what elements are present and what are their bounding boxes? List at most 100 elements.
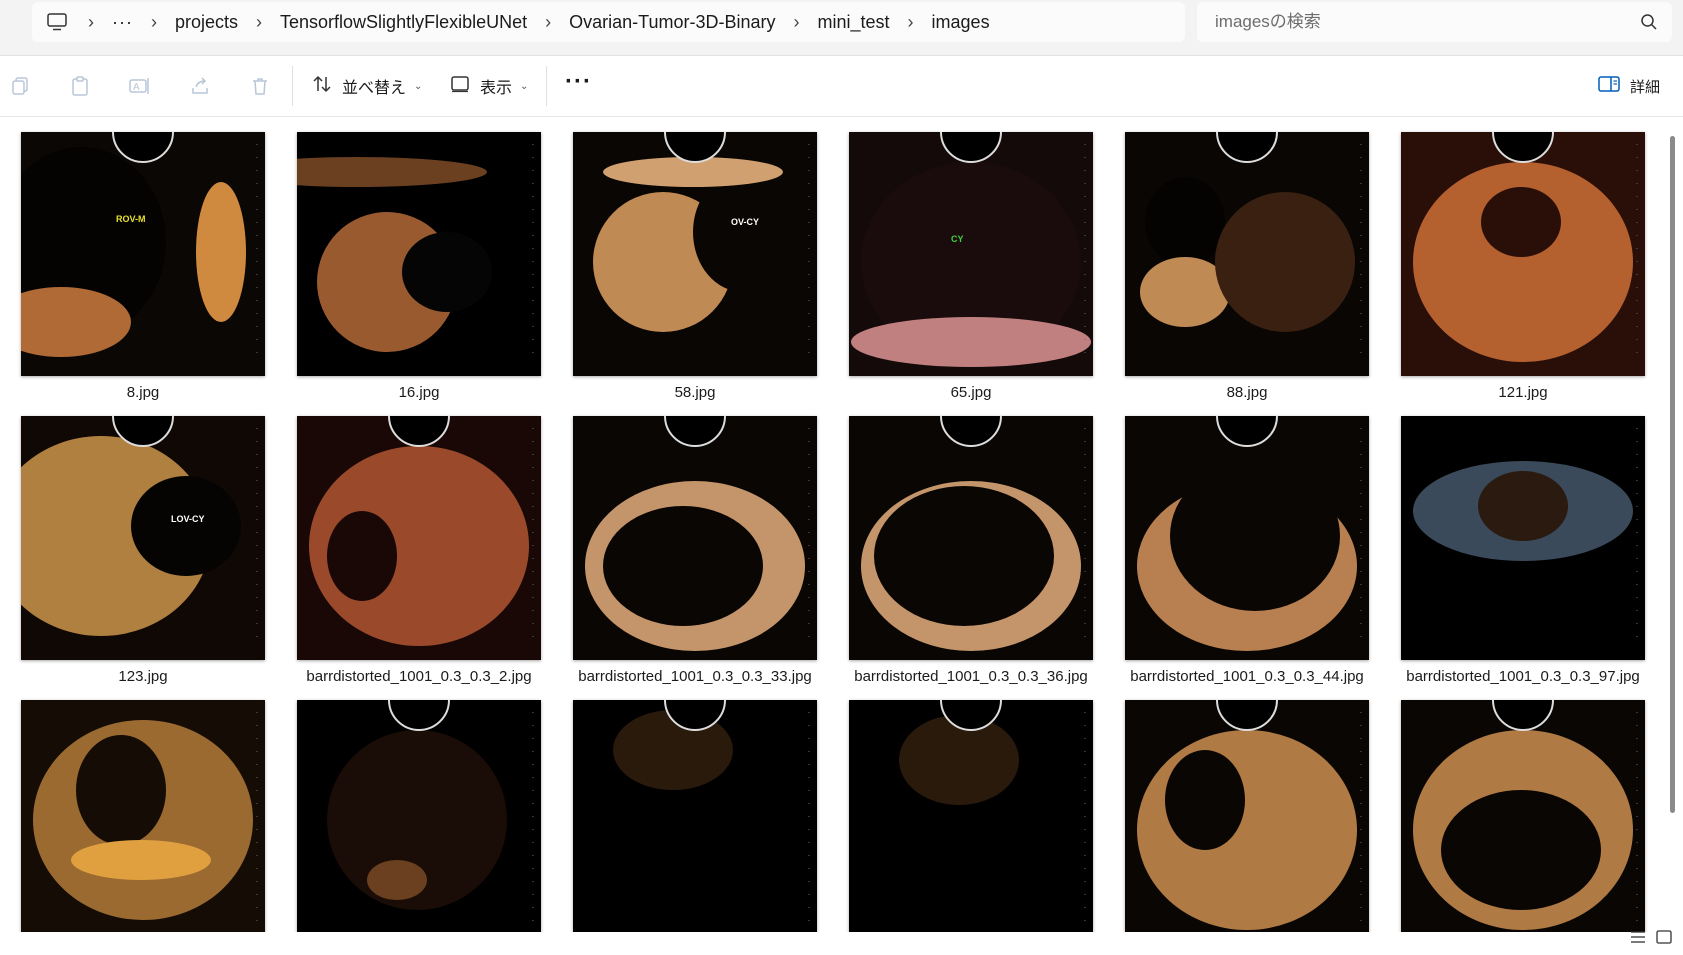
large-icons-view-icon[interactable] [1656,930,1672,949]
tissue-region [402,232,492,312]
chevron-down-icon: ⌄ [520,80,529,92]
details-view-icon[interactable] [1630,930,1646,949]
tissue-region [76,735,166,845]
command-bar: A 並べ替え ⌄ 表示 ⌄ ··· 詳細 [0,56,1683,117]
ultrasound-annotation: CY [951,234,964,244]
svg-text:A: A [133,82,140,93]
breadcrumb-unet[interactable]: TensorflowSlightlyFlexibleUNet [280,2,527,42]
details-label: 詳細 [1630,78,1661,96]
ultrasound-thumbnail-graphic [1125,132,1369,376]
vertical-scrollbar[interactable] [1670,136,1675,813]
breadcrumb-images[interactable]: images [932,2,990,42]
chevron-down-icon: ⌄ [414,80,423,92]
file-name[interactable]: 123.jpg [5,668,281,685]
this-pc-icon[interactable] [44,9,70,35]
image-thumbnail[interactable] [21,700,265,932]
ultrasound-thumbnail-graphic [1401,132,1645,376]
tissue-region [603,506,763,626]
breadcrumb-dataset[interactable]: Ovarian-Tumor-3D-Binary [569,2,775,42]
chevron-right-icon[interactable]: › [902,2,920,42]
ultrasound-thumbnail-graphic [1401,416,1645,660]
view-label: 表示 [480,80,513,97]
ultrasound-annotation: ROV-M [116,214,146,224]
chevron-right-icon[interactable]: › [539,2,557,42]
image-thumbnail[interactable] [297,132,541,376]
tissue-region [327,511,397,601]
toolbar-divider [292,66,293,106]
image-thumbnail[interactable] [1125,416,1369,660]
tissue-region [71,840,211,880]
ultrasound-thumbnail-graphic [1125,700,1369,932]
share-icon[interactable] [188,74,212,98]
image-thumbnail[interactable] [849,416,1093,660]
tissue-region [131,476,241,576]
chevron-right-icon[interactable]: › [250,2,268,42]
search-input[interactable]: imagesの検索 [1215,2,1321,42]
breadcrumb-overflow[interactable]: ··· [112,2,133,42]
paste-icon[interactable] [68,74,92,98]
image-thumbnail[interactable]: OV-CY [573,132,817,376]
delete-icon[interactable] [248,74,272,98]
chevron-right-icon[interactable]: › [82,2,100,42]
sort-icon [312,74,332,99]
copy-icon[interactable] [8,74,32,98]
tissue-region [1441,790,1601,910]
breadcrumb-projects[interactable]: projects [175,2,238,42]
image-thumbnail[interactable] [573,700,817,932]
tissue-region [1478,471,1568,541]
image-thumbnail[interactable]: CY [849,132,1093,376]
ultrasound-thumbnail-graphic: LOV-CY [21,416,265,660]
file-name[interactable]: 8.jpg [5,384,281,401]
ultrasound-thumbnail-graphic [21,700,265,932]
more-options-button[interactable]: ··· [565,70,591,102]
file-name[interactable]: barrdistorted_1001_0.3_0.3_36.jpg [833,668,1109,685]
tissue-region [1145,177,1225,267]
view-button[interactable]: 表示 ⌄ [450,70,528,102]
ultrasound-thumbnail-graphic [1401,700,1645,932]
image-thumbnail[interactable] [1401,132,1645,376]
ultrasound-thumbnail-graphic [1125,416,1369,660]
image-thumbnail[interactable] [849,700,1093,932]
search-box[interactable]: imagesの検索 [1197,2,1672,42]
image-thumbnail[interactable] [1401,700,1645,932]
image-thumbnail[interactable]: ROV-M [21,132,265,376]
file-name[interactable]: 65.jpg [833,384,1109,401]
image-thumbnail[interactable] [297,700,541,932]
image-thumbnail[interactable] [573,416,817,660]
details-button[interactable]: 詳細 [1598,70,1660,102]
chevron-right-icon[interactable]: › [788,2,806,42]
rename-icon[interactable]: A [128,74,152,98]
image-thumbnail[interactable] [1125,700,1369,932]
ultrasound-thumbnail-graphic [297,416,541,660]
search-icon[interactable] [1640,13,1658,31]
file-name[interactable]: 16.jpg [281,384,557,401]
file-name[interactable]: barrdistorted_1001_0.3_0.3_44.jpg [1109,668,1385,685]
ultrasound-thumbnail-graphic [849,700,1093,932]
ultrasound-annotation: LOV-CY [171,514,205,524]
ultrasound-thumbnail-graphic [297,132,541,376]
tissue-region [874,486,1054,626]
breadcrumb[interactable]: › ··· › projects › TensorflowSlightlyFle… [32,2,1185,42]
tissue-region [1170,461,1340,611]
ultrasound-annotation: OV-CY [731,217,759,227]
image-thumbnail[interactable] [1125,132,1369,376]
details-pane-icon [1598,75,1620,97]
file-name[interactable]: 121.jpg [1385,384,1661,401]
file-name[interactable]: 58.jpg [557,384,833,401]
tissue-region [1215,192,1355,332]
file-name[interactable]: barrdistorted_1001_0.3_0.3_2.jpg [281,668,557,685]
tissue-region [196,182,246,322]
image-thumbnail[interactable] [297,416,541,660]
sort-button[interactable]: 並べ替え ⌄ [312,70,422,102]
chevron-right-icon[interactable]: › [145,2,163,42]
file-name[interactable]: 88.jpg [1109,384,1385,401]
tissue-region [1165,750,1245,850]
breadcrumb-mini-test[interactable]: mini_test [818,2,890,42]
tissue-region [1481,187,1561,257]
tissue-region [1137,730,1357,930]
image-thumbnail[interactable] [1401,416,1645,660]
file-name[interactable]: barrdistorted_1001_0.3_0.3_97.jpg [1385,668,1661,685]
ultrasound-thumbnail-graphic [849,416,1093,660]
image-thumbnail[interactable]: LOV-CY [21,416,265,660]
file-name[interactable]: barrdistorted_1001_0.3_0.3_33.jpg [557,668,833,685]
